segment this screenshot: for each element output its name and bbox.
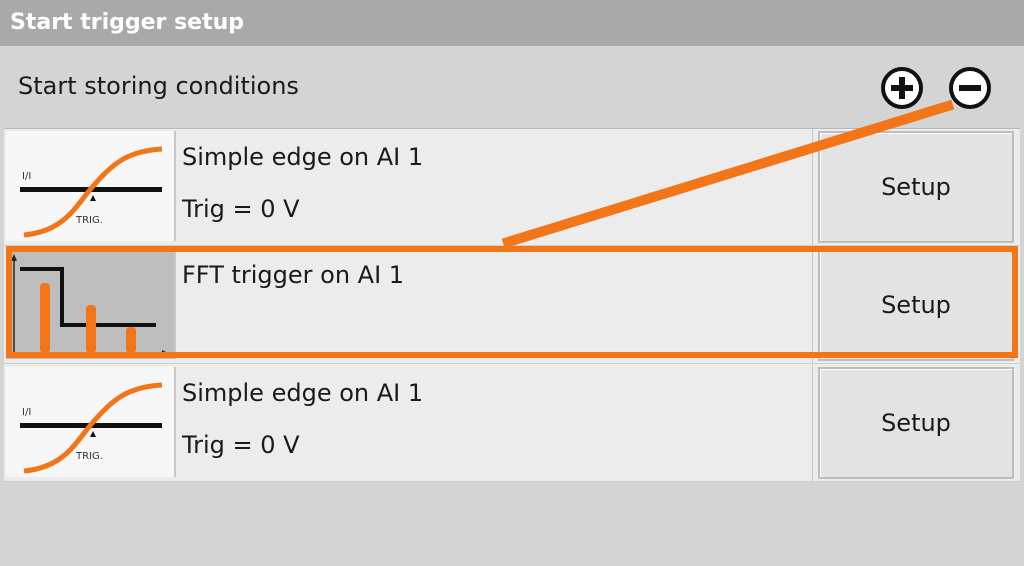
condition-title: Simple edge on AI 1 (182, 379, 424, 407)
fft-trigger-icon (6, 249, 176, 359)
svg-text:I/I: I/I (22, 407, 31, 418)
condition-title: Simple edge on AI 1 (182, 143, 424, 171)
trig-label: TRIG. (75, 451, 103, 462)
condition-detail: Trig = 0 V (182, 195, 300, 223)
conditions-label: Start storing conditions (18, 72, 299, 100)
condition-row[interactable]: I/I TRIG. Simple edge on AI 1 Trig = 0 V… (4, 129, 1020, 246)
condition-description: Simple edge on AI 1 Trig = 0 V (182, 365, 813, 481)
svg-text:I/I: I/I (22, 171, 31, 182)
conditions-header: Start storing conditions (0, 46, 1024, 128)
condition-description: FFT trigger on AI 1 (182, 247, 813, 363)
edge-trigger-icon: I/I TRIG. (6, 367, 176, 477)
add-condition-button[interactable] (880, 66, 924, 110)
condition-detail: Trig = 0 V (182, 431, 300, 459)
start-trigger-setup-window: Start trigger setup Start storing condit… (0, 0, 1024, 566)
condition-row[interactable]: I/I TRIG. Simple edge on AI 1 Trig = 0 V… (4, 365, 1020, 482)
remove-condition-button[interactable] (948, 66, 992, 110)
plus-circle-icon (881, 67, 923, 109)
condition-title: FFT trigger on AI 1 (182, 261, 405, 289)
minus-circle-icon (949, 67, 991, 109)
condition-row-selected[interactable]: FFT trigger on AI 1 Setup (4, 247, 1020, 364)
setup-button[interactable]: Setup (818, 131, 1014, 243)
setup-button[interactable]: Setup (818, 367, 1014, 479)
window-title: Start trigger setup (0, 0, 1024, 46)
edge-trigger-icon: I/I TRIG. (6, 131, 176, 241)
trig-label: TRIG. (75, 215, 103, 226)
setup-button[interactable]: Setup (818, 249, 1014, 361)
condition-description: Simple edge on AI 1 Trig = 0 V (182, 129, 813, 245)
conditions-list: I/I TRIG. Simple edge on AI 1 Trig = 0 V… (4, 128, 1020, 482)
